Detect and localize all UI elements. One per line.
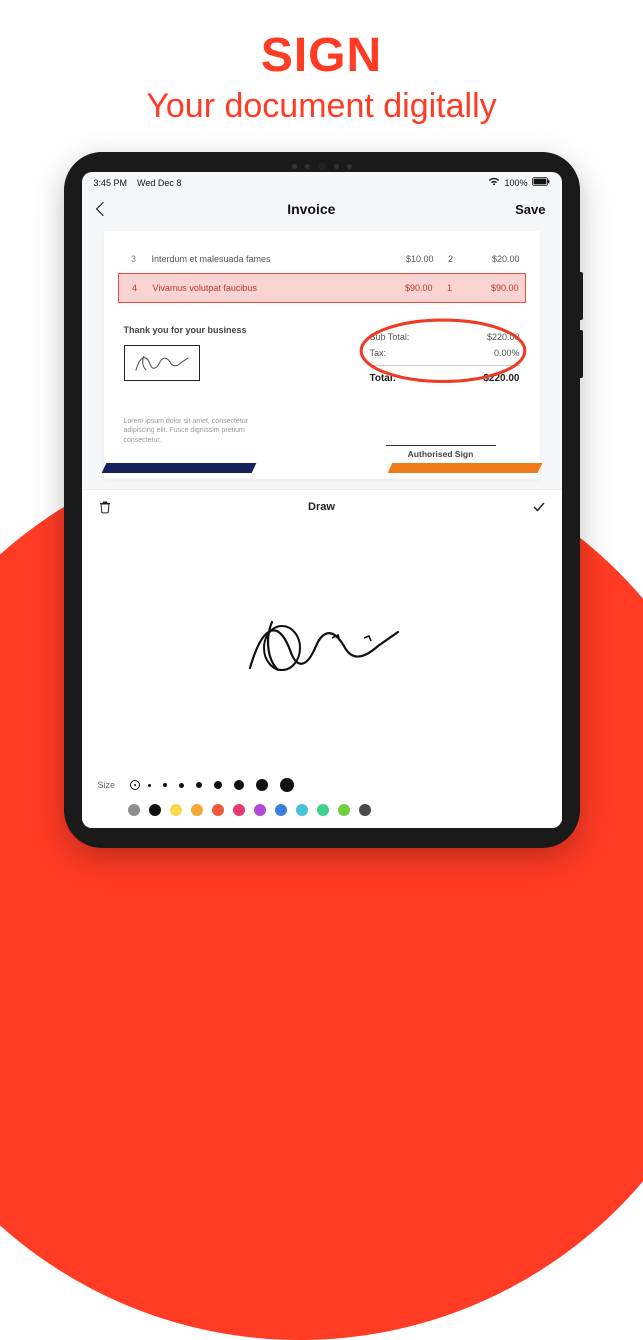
- signature-placeholder[interactable]: [124, 345, 200, 381]
- footer-note: Lorem ipsum dolor sit amet, consectetur …: [118, 417, 258, 445]
- color-row: [82, 798, 562, 828]
- clear-signature-button[interactable]: [98, 500, 112, 514]
- battery-icon: [532, 177, 550, 188]
- line-total: $20.00: [468, 254, 520, 264]
- brush-size-option[interactable]: [280, 778, 294, 792]
- page-title: Invoice: [287, 201, 335, 217]
- color-swatch[interactable]: [338, 804, 350, 816]
- color-swatch[interactable]: [149, 804, 161, 816]
- line-total: $90.00: [467, 283, 519, 293]
- brush-size-option[interactable]: [148, 784, 151, 787]
- brush-size-option[interactable]: [163, 783, 167, 787]
- status-left: 3:45 PM Wed Dec 8: [94, 178, 182, 188]
- brush-size-option[interactable]: [134, 784, 136, 786]
- brush-size-option[interactable]: [214, 781, 222, 789]
- line-qty: 2: [434, 254, 468, 264]
- footer-bar-blue: [101, 463, 256, 473]
- signature-small-icon: [132, 350, 192, 376]
- color-swatch[interactable]: [275, 804, 287, 816]
- size-label: Size: [98, 780, 124, 790]
- color-swatch[interactable]: [212, 804, 224, 816]
- tablet-frame: 3:45 PM Wed Dec 8 100% Invoice Save 3Int…: [64, 152, 580, 848]
- draw-panel-title: Draw: [308, 501, 335, 513]
- status-time: 3:45 PM: [94, 178, 128, 188]
- confirm-signature-button[interactable]: [532, 500, 546, 514]
- brush-size-option[interactable]: [256, 779, 268, 791]
- screen: 3:45 PM Wed Dec 8 100% Invoice Save 3Int…: [82, 172, 562, 828]
- brush-size-option[interactable]: [234, 780, 244, 790]
- signature-drawing-icon: [232, 608, 412, 688]
- brush-size-row: Size: [82, 772, 562, 798]
- hero: SIGN Your document digitally: [0, 0, 643, 126]
- line-price: $10.00: [382, 254, 434, 264]
- color-swatch[interactable]: [233, 804, 245, 816]
- color-swatch[interactable]: [296, 804, 308, 816]
- color-swatch[interactable]: [317, 804, 329, 816]
- volume-down-button: [580, 330, 583, 378]
- invoice-line-item: 4Vivamus volutpat faucibus$90.001$90.00: [118, 273, 526, 303]
- status-right: 100%: [488, 177, 549, 188]
- document-preview[interactable]: 3Interdum et malesuada fames$10.002$20.0…: [104, 231, 540, 479]
- line-num: 4: [125, 283, 145, 293]
- annotation-circle-icon: [356, 317, 530, 389]
- brush-size-option[interactable]: [196, 782, 202, 788]
- signature-draw-panel: Draw Size: [82, 489, 562, 828]
- back-button[interactable]: [95, 202, 109, 216]
- hero-subtitle: Your document digitally: [0, 87, 643, 126]
- invoice-line-item: 3Interdum et malesuada fames$10.002$20.0…: [118, 245, 526, 273]
- footer-bar-orange: [387, 463, 542, 473]
- wifi-icon: [488, 177, 500, 188]
- line-qty: 1: [433, 283, 467, 293]
- line-desc: Interdum et malesuada fames: [144, 254, 382, 264]
- hero-title: SIGN: [0, 28, 643, 83]
- battery-pct: 100%: [504, 178, 527, 188]
- color-swatch[interactable]: [191, 804, 203, 816]
- color-swatch[interactable]: [254, 804, 266, 816]
- save-button[interactable]: Save: [515, 202, 545, 217]
- authorised-sign-label: Authorised Sign: [386, 445, 496, 459]
- line-num: 3: [124, 254, 144, 264]
- brush-size-option[interactable]: [179, 783, 184, 788]
- thanks-message: Thank you for your business: [124, 325, 322, 335]
- volume-up-button: [580, 272, 583, 320]
- line-price: $90.00: [381, 283, 433, 293]
- color-swatch[interactable]: [128, 804, 140, 816]
- status-date: Wed Dec 8: [137, 178, 181, 188]
- camera-bar: [292, 162, 352, 170]
- line-desc: Vivamus volutpat faucibus: [145, 283, 381, 293]
- totals-block: Sub Total: $220.00 Tax: 0.00% Total: $22…: [370, 325, 520, 391]
- color-swatch[interactable]: [359, 804, 371, 816]
- status-bar: 3:45 PM Wed Dec 8 100%: [82, 172, 562, 191]
- navbar: Invoice Save: [82, 191, 562, 231]
- color-swatch[interactable]: [170, 804, 182, 816]
- signature-canvas[interactable]: [82, 524, 562, 772]
